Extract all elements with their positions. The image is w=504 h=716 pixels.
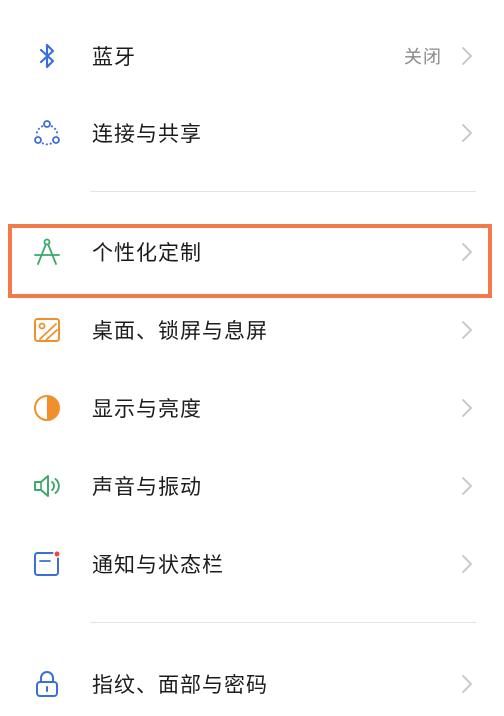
share-connection-icon <box>31 117 63 149</box>
lock-icon <box>31 668 63 700</box>
notification-icon <box>31 548 63 580</box>
settings-item-label: 声音与振动 <box>92 475 202 499</box>
chevron-right-icon <box>460 553 474 575</box>
settings-item-personalization[interactable]: 个性化定制 <box>0 220 504 284</box>
settings-item-desktop[interactable]: 桌面、锁屏与息屏 <box>0 298 504 362</box>
chevron-right-icon <box>460 475 474 497</box>
chevron-right-icon <box>460 122 474 144</box>
compass-icon <box>31 236 63 268</box>
settings-item-security[interactable]: 指纹、面部与密码 <box>0 652 504 716</box>
chevron-right-icon <box>460 319 474 341</box>
settings-item-bluetooth[interactable]: 蓝牙 关闭 <box>0 24 504 88</box>
bluetooth-icon <box>31 40 63 72</box>
chevron-right-icon <box>460 45 474 67</box>
settings-item-label: 蓝牙 <box>92 45 136 69</box>
settings-item-label: 个性化定制 <box>92 241 202 265</box>
settings-item-display[interactable]: 显示与亮度 <box>0 376 504 440</box>
chevron-right-icon <box>460 673 474 695</box>
settings-item-label: 显示与亮度 <box>92 397 202 421</box>
settings-item-label: 桌面、锁屏与息屏 <box>92 319 268 343</box>
settings-item-label: 通知与状态栏 <box>92 553 224 577</box>
chevron-right-icon <box>460 397 474 419</box>
wallpaper-icon <box>31 314 63 346</box>
chevron-right-icon <box>460 241 474 263</box>
settings-item-sound[interactable]: 声音与振动 <box>0 454 504 518</box>
settings-item-label: 连接与共享 <box>92 122 202 146</box>
bluetooth-status: 关闭 <box>404 47 442 68</box>
section-divider <box>90 622 476 623</box>
settings-item-label: 指纹、面部与密码 <box>92 673 268 697</box>
settings-item-notification[interactable]: 通知与状态栏 <box>0 532 504 596</box>
brightness-icon <box>31 392 63 424</box>
section-divider <box>90 191 476 192</box>
speaker-icon <box>31 470 63 502</box>
settings-item-connection[interactable]: 连接与共享 <box>0 101 504 165</box>
